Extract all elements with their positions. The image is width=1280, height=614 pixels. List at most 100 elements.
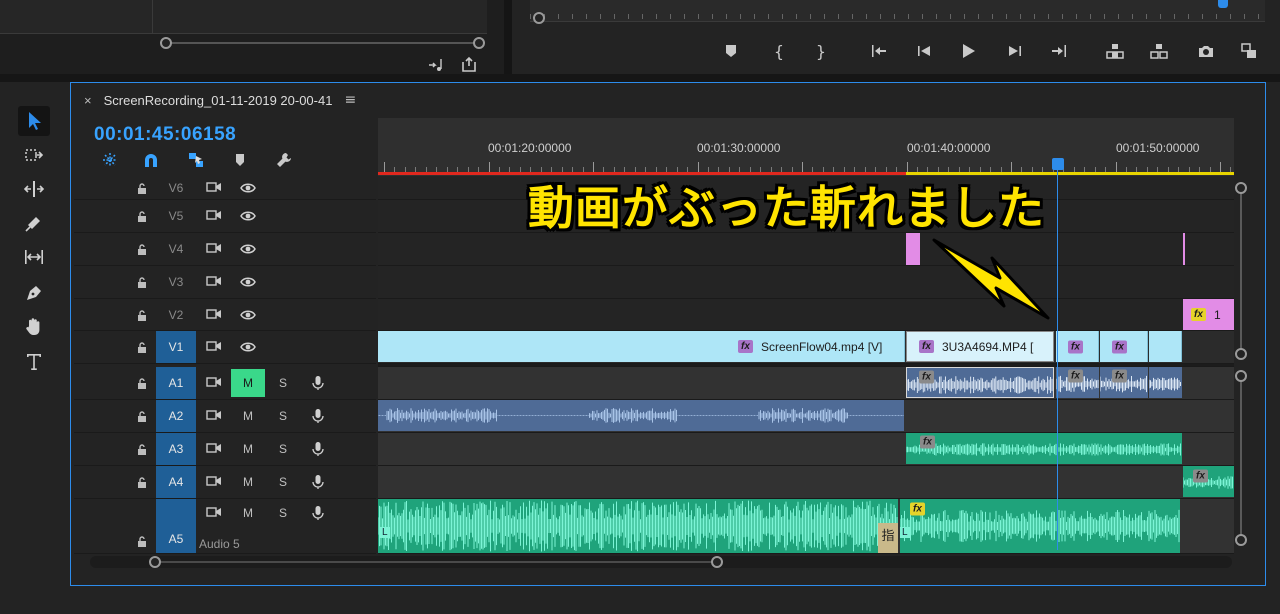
audio-insert-icon[interactable] bbox=[425, 54, 447, 76]
track-name[interactable]: V1 bbox=[156, 331, 196, 363]
solo-button[interactable]: S bbox=[266, 468, 300, 496]
lane-v3[interactable] bbox=[378, 266, 1234, 299]
scroll-handle-right[interactable] bbox=[473, 37, 485, 49]
close-icon[interactable]: × bbox=[84, 93, 92, 108]
fx-badge[interactable]: fx bbox=[1068, 340, 1083, 353]
adjustment-clip-edge[interactable] bbox=[1183, 233, 1185, 265]
lock-icon[interactable] bbox=[136, 243, 148, 255]
mute-button[interactable]: M bbox=[231, 468, 265, 496]
sync-lock-icon[interactable] bbox=[205, 181, 223, 195]
type-tool-icon[interactable] bbox=[18, 346, 50, 376]
lane-a3[interactable]: fx bbox=[378, 433, 1234, 466]
track-name[interactable]: A4 bbox=[156, 466, 196, 498]
compare-icon[interactable] bbox=[1238, 40, 1260, 62]
track-name[interactable]: V4 bbox=[156, 233, 196, 265]
track-name[interactable]: A1 bbox=[156, 367, 196, 399]
lock-icon[interactable] bbox=[136, 341, 148, 353]
video-scrollbar[interactable] bbox=[1240, 188, 1242, 354]
fx-badge[interactable]: fx bbox=[738, 340, 753, 353]
eye-icon[interactable] bbox=[239, 242, 257, 256]
sync-lock-icon[interactable] bbox=[205, 275, 223, 289]
playhead-timecode[interactable]: 00:01:45:06158 bbox=[94, 124, 236, 146]
microphone-icon[interactable] bbox=[309, 442, 327, 456]
track-header-v6[interactable]: V6 bbox=[74, 176, 376, 200]
frame-divider[interactable] bbox=[0, 74, 1280, 82]
scrollbar-thumb[interactable] bbox=[155, 561, 717, 563]
lane-v1[interactable]: fx ScreenFlow04.mp4 [V] fx 3U3A4694.MP4 [ … bbox=[378, 331, 1234, 364]
scroll-handle-left[interactable] bbox=[160, 37, 172, 49]
lane-a5[interactable]: L 指 fx L bbox=[378, 499, 1234, 554]
lock-icon[interactable] bbox=[136, 276, 148, 288]
razor-tool-icon[interactable] bbox=[18, 208, 50, 238]
v1-clip-screenflow[interactable]: fx ScreenFlow04.mp4 [V] bbox=[378, 331, 905, 362]
marker-icon[interactable] bbox=[720, 40, 742, 62]
lock-icon[interactable] bbox=[136, 410, 148, 422]
a1-clip-cut-b[interactable]: fx bbox=[1100, 367, 1148, 398]
track-header-a3[interactable]: A3 M S bbox=[74, 433, 376, 466]
sync-lock-icon[interactable] bbox=[205, 376, 223, 390]
sync-lock-icon[interactable] bbox=[205, 340, 223, 354]
track-name[interactable]: V2 bbox=[156, 299, 196, 330]
lane-a1[interactable]: fx fx fx bbox=[378, 367, 1234, 400]
lock-icon[interactable] bbox=[136, 309, 148, 321]
mute-button[interactable]: M bbox=[231, 369, 265, 397]
step-forward-icon[interactable] bbox=[1004, 40, 1026, 62]
track-name[interactable]: V3 bbox=[156, 266, 196, 298]
track-name[interactable]: A3 bbox=[156, 433, 196, 465]
microphone-icon[interactable] bbox=[309, 506, 327, 520]
a5-clip-2[interactable]: fx L bbox=[900, 499, 1180, 553]
a3-clip[interactable]: fx bbox=[906, 433, 1182, 464]
solo-button[interactable]: S bbox=[266, 435, 300, 463]
microphone-icon[interactable] bbox=[309, 376, 327, 390]
fx-badge[interactable]: fx bbox=[1191, 308, 1206, 321]
fx-badge[interactable]: fx bbox=[910, 502, 925, 516]
solo-button[interactable]: S bbox=[266, 499, 300, 527]
audio-scrollbar[interactable] bbox=[1240, 376, 1242, 540]
eye-icon[interactable] bbox=[239, 275, 257, 289]
track-header-v5[interactable]: V5 bbox=[74, 200, 376, 233]
linked-selection-icon[interactable] bbox=[186, 150, 206, 170]
scroll-handle[interactable] bbox=[1235, 370, 1247, 382]
track-name[interactable]: V6 bbox=[156, 176, 196, 199]
go-to-out-icon[interactable] bbox=[1048, 40, 1070, 62]
track-header-a4[interactable]: A4 M S bbox=[74, 466, 376, 499]
snap-icon[interactable] bbox=[141, 150, 161, 170]
timeline-tab[interactable]: × ScreenRecording_01-11-2019 20-00-41 ≡ bbox=[72, 88, 356, 112]
lock-icon[interactable] bbox=[136, 476, 148, 488]
mark-in-icon[interactable]: { bbox=[768, 40, 790, 62]
solo-button[interactable]: S bbox=[266, 402, 300, 430]
monitor-playhead[interactable] bbox=[1218, 0, 1228, 8]
track-header-v4[interactable]: V4 bbox=[74, 233, 376, 266]
wrench-icon[interactable] bbox=[274, 150, 294, 170]
a4-clip[interactable]: fx bbox=[1183, 466, 1234, 497]
v1-clip-cut-a[interactable]: fx bbox=[1056, 331, 1099, 362]
sync-lock-icon[interactable] bbox=[205, 409, 223, 423]
v1-clip-cut-c[interactable] bbox=[1149, 331, 1182, 362]
a1-clip[interactable]: fx bbox=[906, 367, 1054, 398]
mute-button[interactable]: M bbox=[231, 499, 265, 527]
v1-clip-cut-b[interactable]: fx bbox=[1100, 331, 1148, 362]
mute-button[interactable]: M bbox=[231, 435, 265, 463]
panel-divider[interactable] bbox=[504, 0, 512, 74]
a5-clip-1[interactable]: L bbox=[378, 499, 898, 553]
playhead-line[interactable] bbox=[1057, 170, 1058, 550]
selection-tool-icon[interactable] bbox=[18, 106, 50, 136]
lock-icon[interactable] bbox=[136, 210, 148, 222]
track-header-a5[interactable]: A5 M S Audio 5 bbox=[74, 499, 376, 554]
fx-badge[interactable]: fx bbox=[1112, 340, 1127, 353]
zoom-handle-right[interactable] bbox=[711, 556, 723, 568]
microphone-icon[interactable] bbox=[309, 475, 327, 489]
eye-icon[interactable] bbox=[239, 181, 257, 195]
track-name[interactable]: V5 bbox=[156, 200, 196, 232]
pen-tool-icon[interactable] bbox=[18, 278, 50, 308]
track-header-a1[interactable]: A1 M S bbox=[74, 367, 376, 400]
time-ruler[interactable]: 00:01:20:00000 00:01:30:00000 00:01:40:0… bbox=[378, 118, 1234, 176]
fx-badge[interactable]: fx bbox=[920, 435, 935, 449]
export-frame-icon[interactable] bbox=[1195, 40, 1217, 62]
fx-badge[interactable]: fx bbox=[919, 370, 934, 384]
scroll-handle[interactable] bbox=[1235, 534, 1247, 546]
a2-clip[interactable] bbox=[378, 400, 904, 431]
fx-badge[interactable]: fx bbox=[1193, 469, 1208, 483]
a1-clip-cut-c[interactable] bbox=[1149, 367, 1182, 398]
lift-icon[interactable] bbox=[1104, 40, 1126, 62]
